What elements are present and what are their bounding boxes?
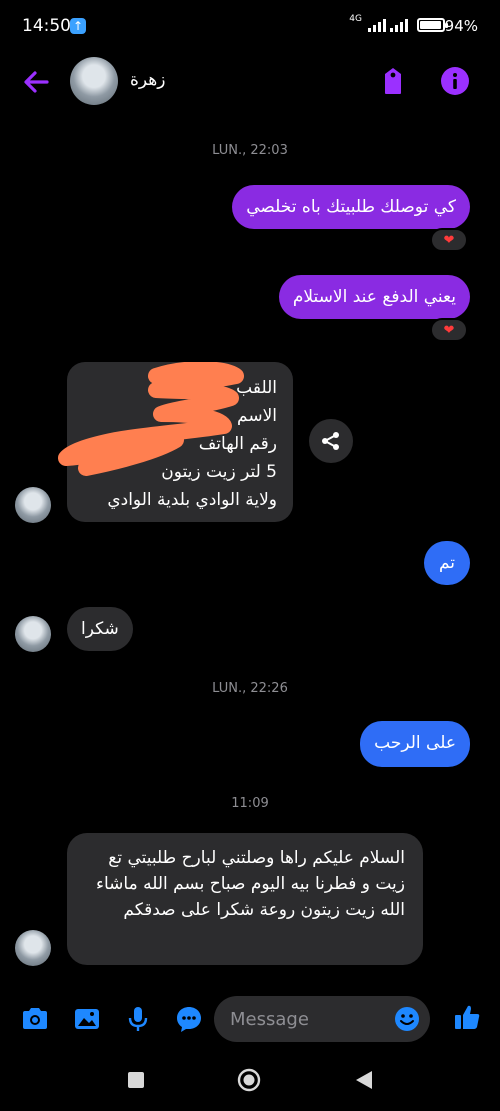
signal-icon	[368, 19, 408, 32]
redaction-scribble	[58, 362, 244, 476]
form-line: ولاية الوادي بلدية الوادي	[107, 490, 277, 510]
notification-icon: ↑	[70, 18, 86, 34]
contact-avatar[interactable]	[70, 57, 118, 105]
heart-reaction[interactable]: ❤	[430, 318, 468, 342]
message-input[interactable]	[230, 996, 390, 1042]
share-icon	[322, 432, 339, 450]
timestamp: LUN., 22:26	[212, 681, 288, 696]
outgoing-message[interactable]: كي توصلك طلبيتك باه تخلصي	[232, 185, 470, 229]
system-nav-bar	[0, 1050, 500, 1111]
battery-icon	[417, 18, 448, 32]
tag-icon[interactable]	[380, 66, 406, 96]
outgoing-message[interactable]: يعني الدفع عند الاستلام	[278, 275, 470, 319]
emoji-icon[interactable]	[394, 1006, 420, 1032]
timestamp: 11:09	[231, 796, 269, 811]
info-icon[interactable]	[440, 66, 470, 96]
conversation-header: زهرة	[0, 52, 500, 112]
outgoing-message[interactable]: تم	[424, 541, 470, 585]
circle-nav-icon[interactable]	[237, 1068, 261, 1092]
share-button[interactable]	[309, 419, 353, 463]
chat-dots-icon[interactable]	[174, 1004, 204, 1034]
heart-reaction[interactable]: ❤	[430, 228, 468, 252]
image-icon[interactable]	[72, 1004, 102, 1034]
thumbs-up-icon[interactable]	[452, 1002, 482, 1032]
timestamp: LUN., 22:03	[212, 143, 288, 158]
message-composer	[0, 990, 500, 1050]
status-time: 14:50	[22, 16, 71, 36]
back-arrow-icon[interactable]	[20, 66, 52, 98]
contact-name[interactable]: زهرة	[130, 70, 165, 90]
incoming-message[interactable]: السلام عليكم راها وصلتني لبارح طلبيتي تع…	[67, 833, 423, 965]
status-bar: 14:50 ↑ 4G 94%	[0, 0, 500, 52]
incoming-message[interactable]: شكرا	[67, 607, 133, 651]
contact-avatar[interactable]	[15, 487, 51, 523]
outgoing-message[interactable]: على الرحب	[360, 721, 470, 767]
network-type: 4G	[349, 14, 362, 24]
square-nav-icon[interactable]	[124, 1068, 148, 1092]
message-input-container[interactable]	[214, 996, 430, 1042]
mic-icon[interactable]	[123, 1004, 153, 1034]
camera-icon[interactable]	[20, 1004, 50, 1034]
contact-avatar[interactable]	[15, 616, 51, 652]
triangle-nav-icon[interactable]	[352, 1068, 376, 1092]
battery-percent: 94%	[444, 17, 478, 35]
contact-avatar[interactable]	[15, 930, 51, 966]
